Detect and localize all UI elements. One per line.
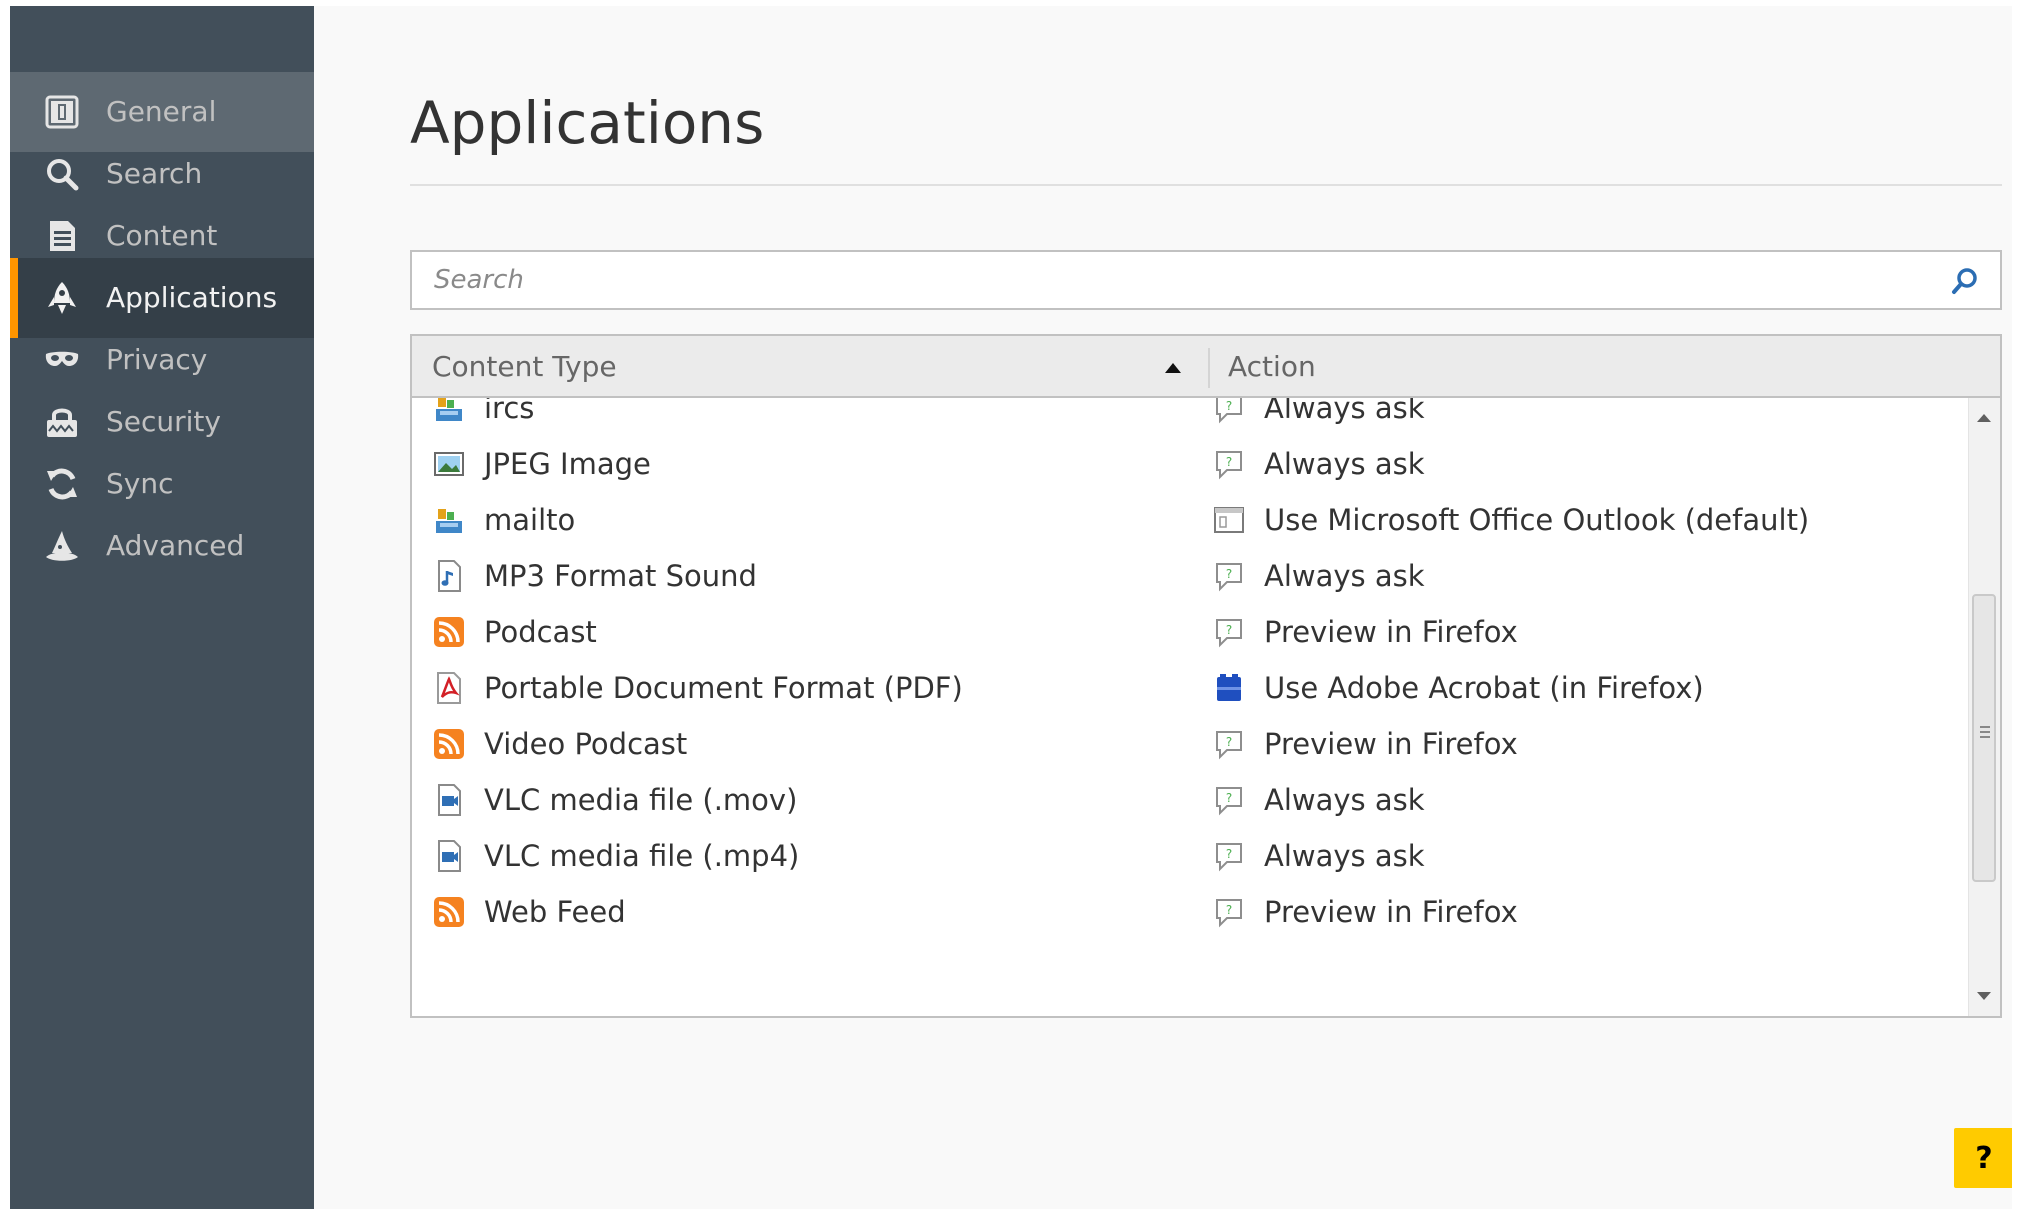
svg-text:?: ?	[1226, 903, 1232, 917]
search-icon	[44, 156, 80, 192]
table-scrollbar[interactable]	[1968, 398, 2000, 1016]
sidebar: General Search Content Applications Priv…	[10, 6, 314, 1209]
search-magnifier-icon[interactable]	[1950, 266, 1980, 296]
svg-text:?: ?	[1226, 847, 1232, 861]
audio-file-icon	[432, 559, 466, 593]
search-box	[410, 250, 2002, 310]
ask-icon: ?	[1212, 895, 1246, 929]
action-label: Preview in Firefox	[1264, 895, 1518, 929]
content-icon	[44, 218, 80, 254]
ask-icon: ?	[1212, 839, 1246, 873]
applications-rocket-icon	[44, 280, 80, 316]
svg-text:?: ?	[1226, 567, 1232, 581]
svg-text:?: ?	[1226, 623, 1232, 637]
content-type-label: Web Feed	[484, 895, 626, 929]
privacy-mask-icon	[44, 342, 80, 378]
svg-text:?: ?	[1226, 399, 1232, 413]
page-title: Applications	[410, 89, 765, 157]
svg-text:?: ?	[1226, 735, 1232, 749]
general-icon	[44, 94, 80, 130]
table-body: ircs ? Always ask JPEG Image ? Always as…	[412, 398, 1972, 1016]
search-input[interactable]	[412, 252, 1932, 308]
media-file-icon	[432, 839, 466, 873]
title-divider	[410, 184, 2002, 186]
help-button[interactable]: ?	[1954, 1128, 2012, 1188]
image-icon	[432, 447, 466, 481]
table-row[interactable]: Web Feed ? Preview in Firefox	[412, 876, 1972, 948]
window-icon	[1212, 503, 1246, 537]
ask-icon: ?	[1212, 615, 1246, 649]
scroll-down-arrow-icon[interactable]	[1977, 992, 1991, 1000]
scroll-up-arrow-icon[interactable]	[1977, 414, 1991, 422]
svg-text:?: ?	[1226, 455, 1232, 469]
scrollbar-thumb[interactable]	[1972, 594, 1996, 882]
sort-ascending-icon	[1164, 359, 1182, 378]
svg-text:?: ?	[1226, 791, 1232, 805]
feed-icon	[432, 615, 466, 649]
ask-icon: ?	[1212, 447, 1246, 481]
ask-icon: ?	[1212, 398, 1246, 425]
applications-table: Content Type Action ircs ? Always ask JP…	[410, 334, 2002, 1018]
sync-icon	[44, 466, 80, 502]
column-header-content-type[interactable]: Content Type	[432, 336, 617, 398]
ask-icon: ?	[1212, 559, 1246, 593]
preferences-window: General Search Content Applications Priv…	[10, 6, 2012, 1209]
feed-icon	[432, 727, 466, 761]
column-divider[interactable]	[1208, 348, 1210, 388]
sidebar-item-advanced[interactable]: Advanced	[10, 506, 314, 586]
app-icon	[432, 398, 466, 425]
table-header: Content Type Action	[412, 336, 2000, 398]
security-lock-icon	[44, 404, 80, 440]
ask-icon: ?	[1212, 783, 1246, 817]
column-header-action[interactable]: Action	[1228, 336, 1316, 398]
sidebar-item-label: Advanced	[106, 529, 245, 562]
advanced-wizard-hat-icon	[44, 528, 80, 564]
app-icon	[432, 503, 466, 537]
feed-icon	[432, 895, 466, 929]
grip-icon	[1980, 726, 1990, 741]
ask-icon: ?	[1212, 727, 1246, 761]
pdf-icon	[432, 671, 466, 705]
media-file-icon	[432, 783, 466, 817]
acrobat-plugin-icon	[1212, 671, 1246, 705]
